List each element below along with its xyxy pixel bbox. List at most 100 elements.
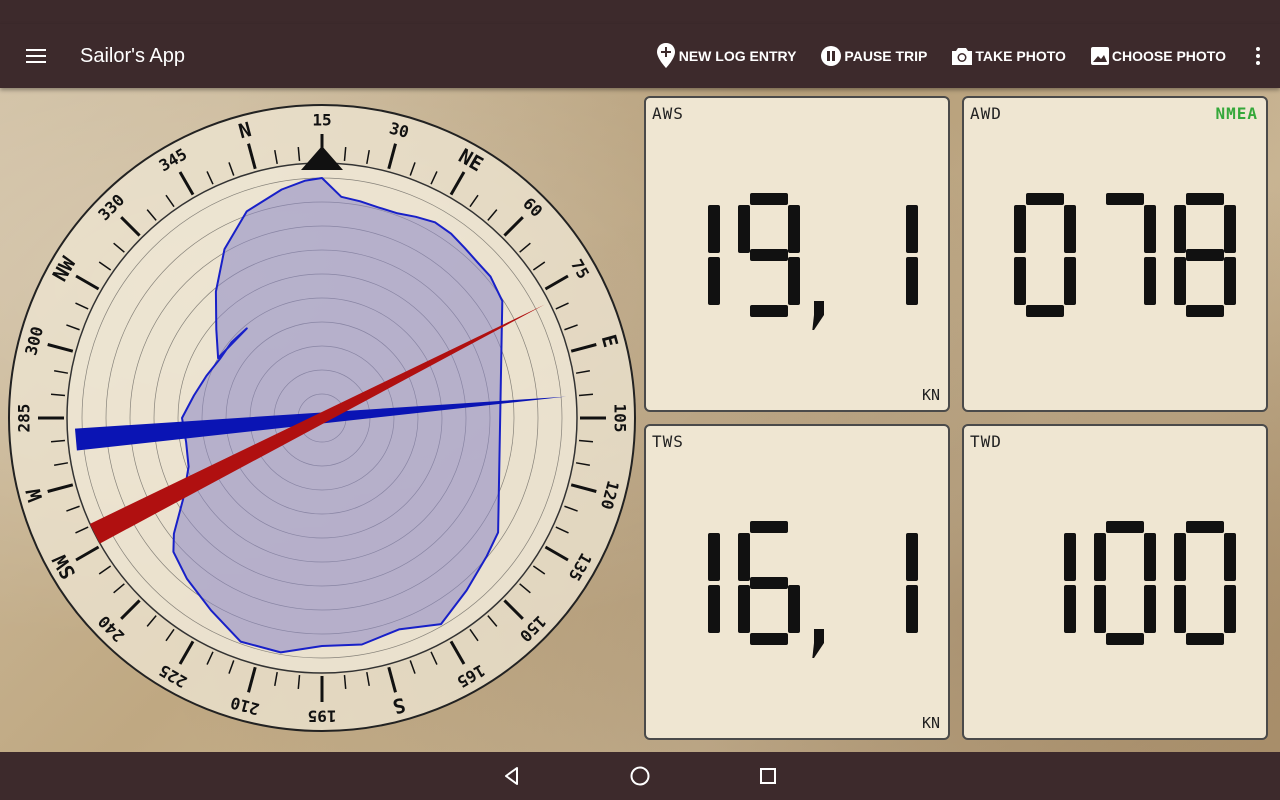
lcd-segment: [1026, 305, 1064, 317]
lcd-segment: [1106, 633, 1144, 645]
lcd-segment: [1144, 257, 1156, 305]
lcd-segment: [906, 257, 918, 305]
lcd-segment: [788, 257, 800, 305]
overflow-menu-button[interactable]: [1238, 24, 1278, 88]
lcd-segment: [750, 633, 788, 645]
lcd-segment: [1144, 585, 1156, 633]
lcd-segment: [738, 533, 750, 581]
lcd-segment: [1174, 533, 1186, 581]
toolbar-actions: NEW LOG ENTRY PAUSE TRIP TAKE PHOTO CHOO…: [643, 24, 1280, 88]
app-bar: Sailor's App NEW LOG ENTRY PAUSE TRIP TA…: [0, 24, 1280, 88]
back-icon: [505, 767, 518, 785]
lcd-segment: [1064, 585, 1076, 633]
lcd-decimal-point: [814, 629, 824, 643]
lcd-segment: [1144, 533, 1156, 581]
lcd-segment: [708, 257, 720, 305]
aws-value: [646, 180, 940, 330]
hamburger-menu-icon: [26, 49, 46, 63]
system-nav-bar: [0, 752, 1280, 800]
nav-home-button[interactable]: [576, 752, 704, 800]
recents-icon: [760, 768, 776, 784]
more-vertical-icon: [1256, 47, 1260, 65]
lcd-segment: [708, 205, 720, 253]
nav-recents-button[interactable]: [704, 752, 832, 800]
lcd-segment: [1106, 193, 1144, 205]
lcd-segment: [1094, 533, 1106, 581]
lcd-segment: [1064, 533, 1076, 581]
lcd-segment: [738, 585, 750, 633]
nav-back-button[interactable]: [448, 752, 576, 800]
lcd-segment: [1144, 205, 1156, 253]
lcd-segment: [750, 193, 788, 205]
lcd-segment: [708, 585, 720, 633]
bearing-label: 195: [308, 707, 337, 726]
choose-photo-label: CHOOSE PHOTO: [1111, 48, 1226, 64]
choose-photo-button[interactable]: CHOOSE PHOTO: [1078, 24, 1238, 88]
awd-tile[interactable]: AWD NMEA: [962, 96, 1268, 412]
pause-trip-label: PAUSE TRIP: [844, 48, 928, 64]
pause-trip-button[interactable]: PAUSE TRIP: [808, 24, 939, 88]
new-log-entry-label: NEW LOG ENTRY: [678, 48, 797, 64]
instrument-tiles: AWS KN AWD NMEA TWS KN TWD: [644, 96, 1272, 744]
lcd-segment: [906, 585, 918, 633]
lcd-segment: [750, 577, 788, 589]
lcd-segment: [906, 205, 918, 253]
home-icon: [630, 766, 650, 786]
aws-tile[interactable]: AWS KN: [644, 96, 950, 412]
nmea-badge: NMEA: [1215, 104, 1258, 123]
add-location-icon: [656, 43, 675, 68]
awd-value: [964, 180, 1258, 330]
main-content: N 15 30 NE 60 75 E 105 120 135 150 165 S 195 210 225 240…: [0, 88, 1280, 752]
bearing-label: 105: [611, 404, 630, 433]
lcd-segment: [1186, 305, 1224, 317]
twd-value: [964, 508, 1258, 658]
lcd-segment: [1026, 193, 1064, 205]
lcd-segment: [906, 533, 918, 581]
app-title: Sailor's App: [80, 44, 185, 67]
lcd-segment: [1174, 257, 1186, 305]
aws-label: AWS: [652, 104, 684, 123]
wind-compass[interactable]: N 15 30 NE 60 75 E 105 120 135 150 165 S 195 210 225 240…: [0, 88, 644, 752]
lcd-segment: [1224, 585, 1236, 633]
tws-value: [646, 508, 940, 658]
lcd-decimal-point: [814, 301, 824, 315]
tws-unit: KN: [921, 714, 940, 732]
image-icon: [1090, 47, 1109, 65]
tws-tile[interactable]: TWS KN: [644, 424, 950, 740]
lcd-segment: [1224, 533, 1236, 581]
lcd-segment: [738, 205, 750, 253]
lcd-segment: [750, 521, 788, 533]
status-bar: [0, 0, 1280, 24]
aws-unit: KN: [921, 386, 940, 404]
bearing-label: 285: [15, 404, 34, 433]
lcd-segment: [1174, 585, 1186, 633]
lcd-segment: [788, 585, 800, 633]
twd-label: TWD: [970, 432, 1002, 451]
lcd-segment: [750, 249, 788, 261]
awd-label: AWD: [970, 104, 1002, 123]
take-photo-button[interactable]: TAKE PHOTO: [939, 24, 1078, 88]
lcd-segment: [750, 305, 788, 317]
pause-circle-icon: [821, 46, 842, 66]
tws-label: TWS: [652, 432, 684, 451]
lcd-decimal-tail: [812, 643, 824, 658]
take-photo-label: TAKE PHOTO: [975, 48, 1066, 64]
lcd-segment: [708, 533, 720, 581]
lcd-segment: [788, 205, 800, 253]
lcd-segment: [1186, 633, 1224, 645]
new-log-entry-button[interactable]: NEW LOG ENTRY: [643, 24, 809, 88]
lcd-segment: [1064, 205, 1076, 253]
lcd-segment: [1014, 257, 1026, 305]
lcd-decimal-tail: [812, 315, 824, 330]
lcd-segment: [1186, 249, 1224, 261]
lcd-segment: [1094, 585, 1106, 633]
lcd-segment: [1106, 521, 1144, 533]
lcd-segment: [1224, 257, 1236, 305]
lcd-segment: [1174, 205, 1186, 253]
lcd-segment: [1064, 257, 1076, 305]
lcd-segment: [1224, 205, 1236, 253]
twd-tile[interactable]: TWD: [962, 424, 1268, 740]
lcd-segment: [1014, 205, 1026, 253]
lcd-segment: [1186, 521, 1224, 533]
menu-button[interactable]: [16, 36, 56, 76]
